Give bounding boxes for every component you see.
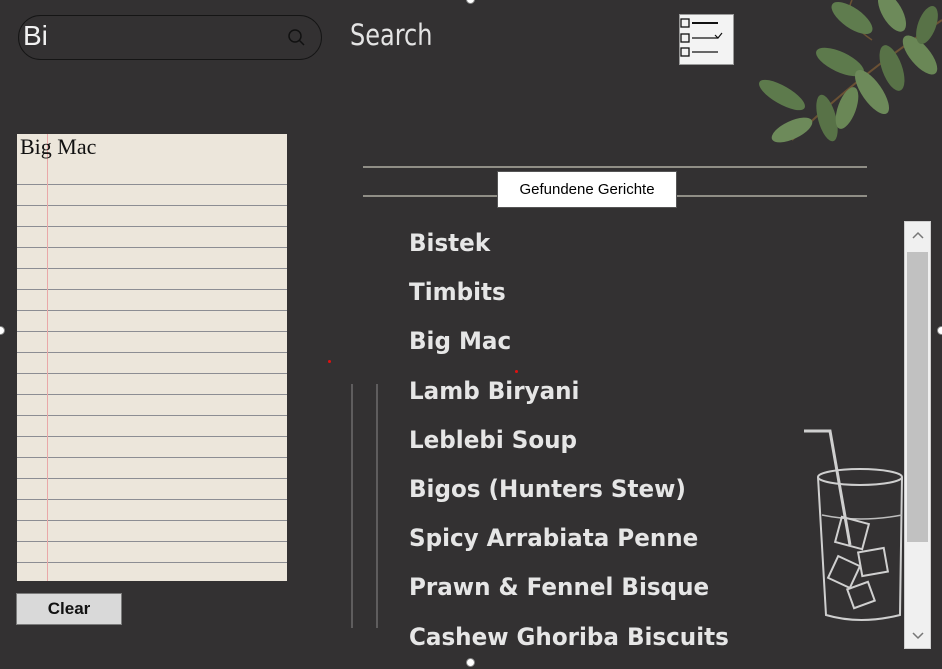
list-item[interactable]: Spicy Arrabiata Penne — [409, 521, 729, 570]
scroll-up-arrow-icon — [911, 231, 924, 239]
vertical-divider — [376, 384, 378, 628]
list-item[interactable]: Bistek — [409, 226, 729, 275]
list-item[interactable]: Big Mac — [409, 324, 729, 373]
resize-handle[interactable] — [0, 326, 5, 335]
checklist-button[interactable] — [679, 14, 734, 65]
list-item[interactable]: Lamb Biryani — [409, 374, 729, 423]
checklist-icon — [680, 18, 723, 57]
search-icon[interactable] — [287, 28, 307, 52]
notepad-text: Big Mac — [20, 134, 97, 159]
list-item[interactable]: Leblebi Soup — [409, 423, 729, 472]
scroll-down-button[interactable] — [906, 624, 929, 647]
search-input-value: Bi — [23, 20, 48, 51]
scroll-up-button[interactable] — [906, 223, 929, 246]
notepad-margin-line — [47, 134, 48, 581]
vertical-divider — [351, 384, 353, 628]
search-input[interactable]: Bi — [18, 15, 322, 60]
divider-top — [363, 166, 867, 168]
list-item[interactable]: Cashew Ghoriba Biscuits — [409, 620, 729, 669]
clear-button[interactable]: Clear — [16, 593, 122, 625]
scroll-thumb[interactable] — [907, 252, 928, 542]
resize-handle[interactable] — [937, 326, 942, 335]
list-item[interactable]: Timbits — [409, 275, 729, 324]
notepad: Big Mac — [17, 134, 287, 581]
red-dot — [328, 360, 331, 363]
resize-handle[interactable] — [466, 0, 475, 4]
scroll-down-arrow-icon — [911, 631, 924, 639]
list-item[interactable]: Bigos (Hunters Stew) — [409, 472, 729, 521]
leaves-decoration — [759, 0, 942, 143]
search-label: Search — [350, 18, 433, 52]
list-item[interactable]: Prawn & Fennel Bisque — [409, 570, 729, 619]
results-header: Gefundene Gerichte — [497, 171, 677, 208]
results-list[interactable]: Bistek Timbits Big Mac Lamb Biryani Lebl… — [409, 226, 742, 669]
glass-illustration — [804, 429, 903, 621]
results-scrollbar[interactable] — [904, 221, 931, 649]
